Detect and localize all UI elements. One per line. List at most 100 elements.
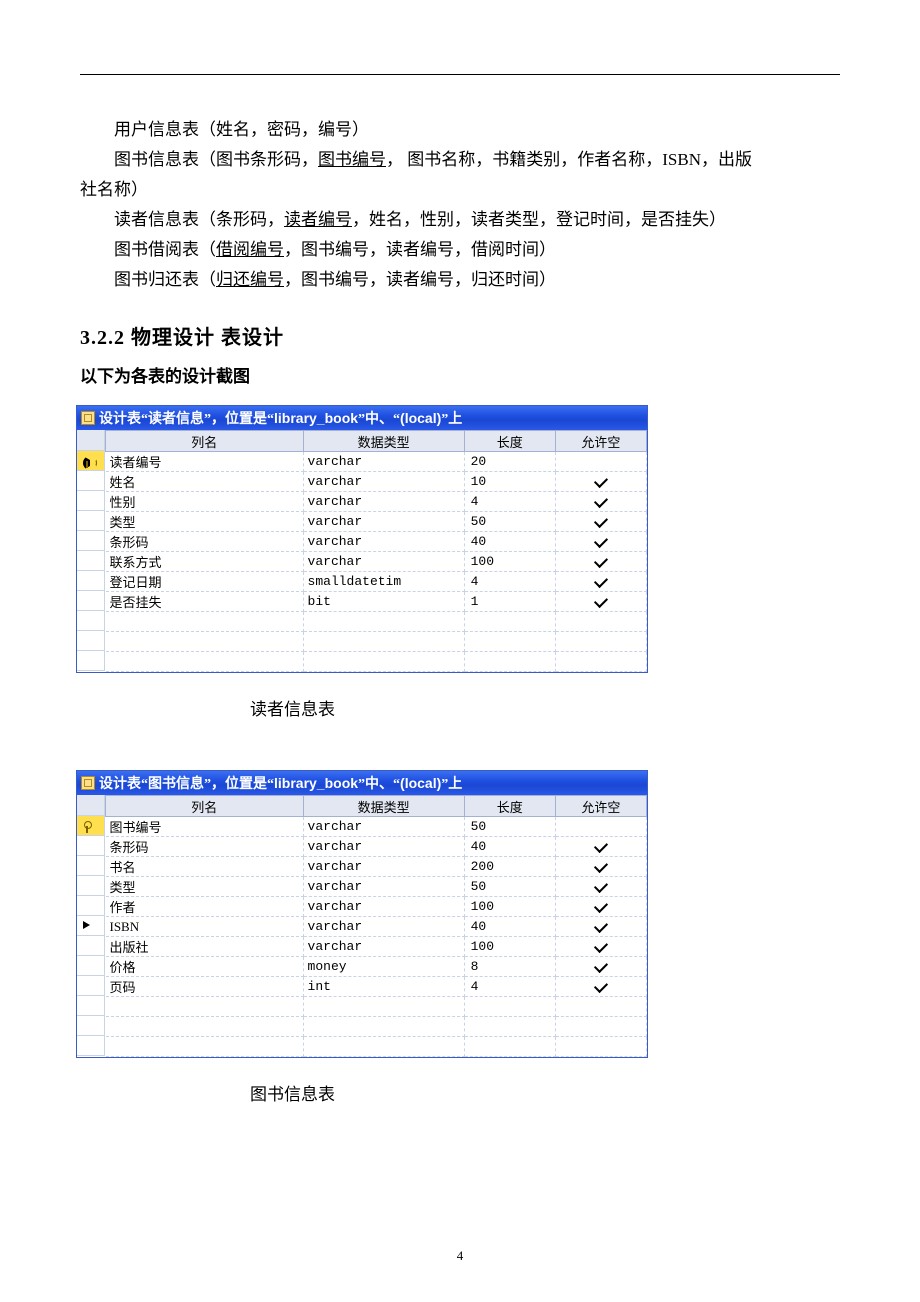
table-row-empty[interactable] [106,1037,647,1057]
row-selector[interactable] [77,976,105,996]
col-type-cell[interactable]: varchar [303,532,464,552]
col-length-cell[interactable]: 100 [464,937,555,957]
col-name-cell[interactable]: 性别 [106,492,304,512]
col-type-cell[interactable]: varchar [303,877,464,897]
col-length-cell[interactable]: 8 [464,957,555,977]
table-row[interactable]: ISBNvarchar40 [106,917,647,937]
col-type-cell[interactable]: varchar [303,937,464,957]
current-row-icon[interactable] [77,916,105,936]
table-row[interactable]: 出版社varchar100 [106,937,647,957]
table-row-empty[interactable] [106,1017,647,1037]
row-selector[interactable] [77,1016,105,1036]
empty-cell[interactable] [555,612,646,632]
empty-cell[interactable] [303,632,464,652]
row-selector[interactable] [77,511,105,531]
col-allownull-cell[interactable] [555,552,646,572]
col-name-cell[interactable]: 是否挂失 [106,592,304,612]
col-length-cell[interactable]: 50 [464,877,555,897]
col-allownull-cell[interactable] [555,857,646,877]
row-selector[interactable] [77,896,105,916]
col-allownull-cell[interactable] [555,817,646,837]
empty-cell[interactable] [303,1017,464,1037]
empty-cell[interactable] [555,997,646,1017]
empty-cell[interactable] [106,612,304,632]
col-length-cell[interactable]: 40 [464,532,555,552]
empty-cell[interactable] [106,652,304,672]
table-row[interactable]: 书名varchar200 [106,857,647,877]
col-name-cell[interactable]: 书名 [106,857,304,877]
col-allownull-cell[interactable] [555,452,646,472]
col-name-cell[interactable]: 读者编号 [106,452,304,472]
table-row[interactable]: 类型varchar50 [106,512,647,532]
col-length-cell[interactable]: 40 [464,917,555,937]
empty-cell[interactable] [464,1037,555,1057]
empty-cell[interactable] [303,997,464,1017]
empty-cell[interactable] [555,632,646,652]
col-type-cell[interactable]: money [303,957,464,977]
col-length-cell[interactable]: 40 [464,837,555,857]
col-type-cell[interactable]: varchar [303,917,464,937]
col-name-cell[interactable]: ISBN [106,917,304,937]
col-allownull-cell[interactable] [555,512,646,532]
row-selector[interactable] [77,836,105,856]
table-row[interactable]: 性别varchar4 [106,492,647,512]
row-selector[interactable] [77,956,105,976]
table-row-empty[interactable] [106,632,647,652]
col-allownull-cell[interactable] [555,877,646,897]
row-selector[interactable] [77,1036,105,1056]
table-row[interactable]: 条形码varchar40 [106,532,647,552]
empty-cell[interactable] [555,1017,646,1037]
row-selector[interactable] [77,491,105,511]
col-name-cell[interactable]: 联系方式 [106,552,304,572]
table-row[interactable]: 页码int4 [106,977,647,997]
col-type-cell[interactable]: varchar [303,512,464,532]
table-row-empty[interactable] [106,997,647,1017]
table-row[interactable]: 作者varchar100 [106,897,647,917]
col-length-cell[interactable]: 200 [464,857,555,877]
empty-cell[interactable] [555,652,646,672]
col-allownull-cell[interactable] [555,957,646,977]
empty-cell[interactable] [464,997,555,1017]
col-type-cell[interactable]: varchar [303,492,464,512]
col-name-cell[interactable]: 姓名 [106,472,304,492]
table-row[interactable]: 登记日期smalldatetim4 [106,572,647,592]
col-length-cell[interactable]: 20 [464,452,555,472]
col-name-cell[interactable]: 页码 [106,977,304,997]
row-selector[interactable] [77,591,105,611]
row-selector[interactable] [77,996,105,1016]
col-length-cell[interactable]: 50 [464,512,555,532]
col-allownull-cell[interactable] [555,492,646,512]
table-row[interactable]: 类型varchar50 [106,877,647,897]
col-allownull-cell[interactable] [555,572,646,592]
col-allownull-cell[interactable] [555,917,646,937]
empty-cell[interactable] [106,632,304,652]
col-type-cell[interactable]: varchar [303,857,464,877]
empty-cell[interactable] [303,652,464,672]
col-type-cell[interactable]: varchar [303,817,464,837]
table-row[interactable]: 图书编号varchar50 [106,817,647,837]
col-allownull-cell[interactable] [555,937,646,957]
col-type-cell[interactable]: bit [303,592,464,612]
table-row-empty[interactable] [106,652,647,672]
row-selector[interactable] [77,936,105,956]
table-row[interactable]: 条形码varchar40 [106,837,647,857]
row-selector[interactable] [77,631,105,651]
col-name-cell[interactable]: 条形码 [106,532,304,552]
empty-cell[interactable] [555,1037,646,1057]
col-length-cell[interactable]: 1 [464,592,555,612]
col-allownull-cell[interactable] [555,977,646,997]
col-allownull-cell[interactable] [555,472,646,492]
row-selector[interactable] [77,651,105,671]
row-selector[interactable] [77,551,105,571]
row-selector[interactable] [77,571,105,591]
empty-cell[interactable] [303,1037,464,1057]
table-row[interactable]: 联系方式varchar100 [106,552,647,572]
empty-cell[interactable] [106,1017,304,1037]
col-length-cell[interactable]: 4 [464,572,555,592]
table-row[interactable]: 姓名varchar10 [106,472,647,492]
col-name-cell[interactable]: 条形码 [106,837,304,857]
col-length-cell[interactable]: 50 [464,817,555,837]
col-type-cell[interactable]: varchar [303,837,464,857]
col-name-cell[interactable]: 登记日期 [106,572,304,592]
col-type-cell[interactable]: varchar [303,472,464,492]
